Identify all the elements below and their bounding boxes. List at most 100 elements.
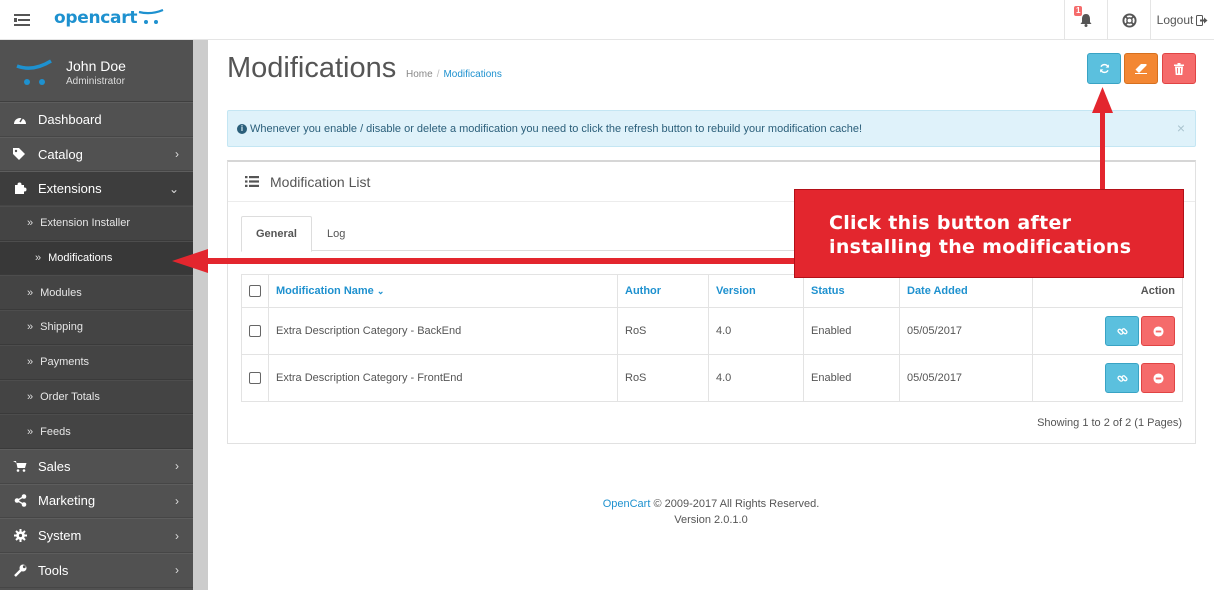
life-ring-icon <box>1121 12 1137 28</box>
row-checkbox[interactable] <box>249 325 261 338</box>
sidebar-subitem-label: Modifications <box>48 252 113 265</box>
table-row: Extra Description Category - FrontEnd Ro… <box>241 354 1183 402</box>
double-angle-right-icon: » <box>27 356 34 369</box>
double-angle-right-icon: » <box>27 390 34 403</box>
modifications-table: Modification Name ⌄ Author Version Statu… <box>241 274 1183 402</box>
trash-icon <box>1174 62 1184 75</box>
sidebar-subitem-label: Feeds <box>40 425 71 438</box>
cell-author: RoS <box>617 307 709 355</box>
notifications-button[interactable]: 1 <box>1064 0 1107 40</box>
panel-title: Modification List <box>270 173 371 190</box>
logout-label: Logout <box>1156 13 1194 27</box>
disable-button[interactable] <box>1141 316 1175 346</box>
column-header-action: Action <box>1032 274 1183 308</box>
info-circle-icon: i <box>237 123 247 134</box>
column-header-date-added[interactable]: Date Added <box>899 274 1033 308</box>
cart-icon <box>13 459 27 473</box>
breadcrumb-home[interactable]: Home <box>406 69 433 80</box>
sidebar-item-system[interactable]: System › <box>0 518 193 553</box>
opencart-logo[interactable]: opencart <box>54 8 164 32</box>
caret-down-icon: ⌄ <box>376 286 385 296</box>
sidebar-subitem-feeds[interactable]: » Feeds <box>0 414 193 449</box>
annotation-line-2: installing the modifications <box>829 236 1132 258</box>
sidebar-subitem-modules[interactable]: » Modules <box>0 275 193 311</box>
help-button[interactable] <box>1107 0 1150 40</box>
link-icon <box>1116 327 1128 335</box>
share-icon <box>13 494 27 508</box>
delete-button[interactable] <box>1162 53 1196 84</box>
column-header-status[interactable]: Status <box>803 274 900 308</box>
select-all-cell <box>241 274 269 308</box>
disable-button[interactable] <box>1141 363 1175 393</box>
sidebar-subitem-order-totals[interactable]: » Order Totals <box>0 379 193 415</box>
link-icon <box>1116 374 1128 382</box>
chevron-right-icon: › <box>175 528 179 543</box>
breadcrumb-current[interactable]: Modifications <box>443 69 501 80</box>
sidebar-subitem-label: Order Totals <box>40 390 100 403</box>
alert-text: Whenever you enable / disable or delete … <box>250 122 863 135</box>
sidebar-item-dashboard[interactable]: Dashboard <box>0 102 193 137</box>
link-button[interactable] <box>1105 316 1139 346</box>
cell-status: Enabled <box>803 354 900 402</box>
close-icon[interactable]: × <box>1177 120 1185 136</box>
page-title: Modifications <box>227 52 397 84</box>
cell-status: Enabled <box>803 307 900 355</box>
cell-date-added: 05/05/2017 <box>899 307 1033 355</box>
menu-toggle-button[interactable] <box>0 0 44 40</box>
sidebar-item-label: Extensions <box>38 181 102 197</box>
sidebar-item-label: System <box>38 528 82 544</box>
double-angle-right-icon: » <box>27 217 34 230</box>
sidebar-item-catalog[interactable]: Catalog › <box>0 136 193 172</box>
refresh-button[interactable] <box>1087 53 1121 84</box>
refresh-icon <box>1099 63 1109 74</box>
cell-version: 4.0 <box>708 307 804 355</box>
logout-button[interactable]: Logout <box>1150 0 1214 40</box>
sidebar-item-extensions[interactable]: Extensions ⌄ <box>0 171 193 207</box>
row-select-cell <box>241 307 269 355</box>
pagination-text: Showing 1 to 2 of 2 (1 Pages) <box>1037 417 1182 429</box>
cell-date-added: 05/05/2017 <box>899 354 1033 402</box>
sidebar-subitem-payments[interactable]: » Payments <box>0 344 193 380</box>
link-button[interactable] <box>1105 363 1139 393</box>
sidebar-subitem-extension-installer[interactable]: » Extension Installer <box>0 206 193 241</box>
chevron-right-icon: › <box>175 493 179 508</box>
breadcrumb: Home / Modifications <box>406 69 502 80</box>
row-checkbox[interactable] <box>249 372 261 385</box>
footer-version: Version 2.0.1.0 <box>674 514 748 526</box>
sign-out-icon <box>1196 14 1208 26</box>
table-row: Extra Description Category - BackEnd RoS… <box>241 307 1183 355</box>
puzzle-icon <box>13 182 27 196</box>
tab-log[interactable]: Log <box>313 216 359 251</box>
sidebar-item-label: Dashboard <box>38 111 102 127</box>
minus-circle-icon <box>1152 325 1164 337</box>
chevron-right-icon: › <box>175 147 179 162</box>
sidebar-item-marketing[interactable]: Marketing › <box>0 483 193 519</box>
footer: OpenCart © 2009-2017 All Rights Reserved… <box>208 496 1214 528</box>
user-profile[interactable]: John Doe Administrator <box>0 40 193 102</box>
sidebar-subitem-label: Payments <box>40 356 90 369</box>
menu-icon <box>14 14 30 26</box>
user-role: Administrator <box>66 76 125 87</box>
cell-author: RoS <box>617 354 709 402</box>
user-name: John Doe <box>66 58 126 74</box>
sidebar-subitem-modifications[interactable]: » Modifications <box>0 240 193 276</box>
sidebar-item-sales[interactable]: Sales › <box>0 448 193 484</box>
clear-button[interactable] <box>1124 53 1158 84</box>
logo-text: opencart <box>54 8 138 28</box>
column-header-author[interactable]: Author <box>617 274 709 308</box>
notification-badge: 1 <box>1074 6 1083 16</box>
dashboard-icon <box>13 112 27 126</box>
select-all-checkbox[interactable] <box>249 285 261 298</box>
logo-cart-icon <box>138 9 164 24</box>
gear-icon <box>13 529 27 543</box>
sidebar: John Doe Administrator Dashboard Catalog… <box>0 40 193 590</box>
tab-general[interactable]: General <box>241 216 312 252</box>
column-header-name[interactable]: Modification Name ⌄ <box>268 274 618 308</box>
sidebar-subitem-shipping[interactable]: » Shipping <box>0 310 193 345</box>
top-header: opencart 1 Logout <box>0 0 1214 40</box>
sidebar-item-tools[interactable]: Tools › <box>0 552 193 588</box>
chevron-right-icon: › <box>175 563 179 578</box>
sidebar-divider <box>193 40 208 590</box>
column-header-version[interactable]: Version <box>708 274 804 308</box>
footer-opencart-link[interactable]: OpenCart <box>603 498 651 510</box>
